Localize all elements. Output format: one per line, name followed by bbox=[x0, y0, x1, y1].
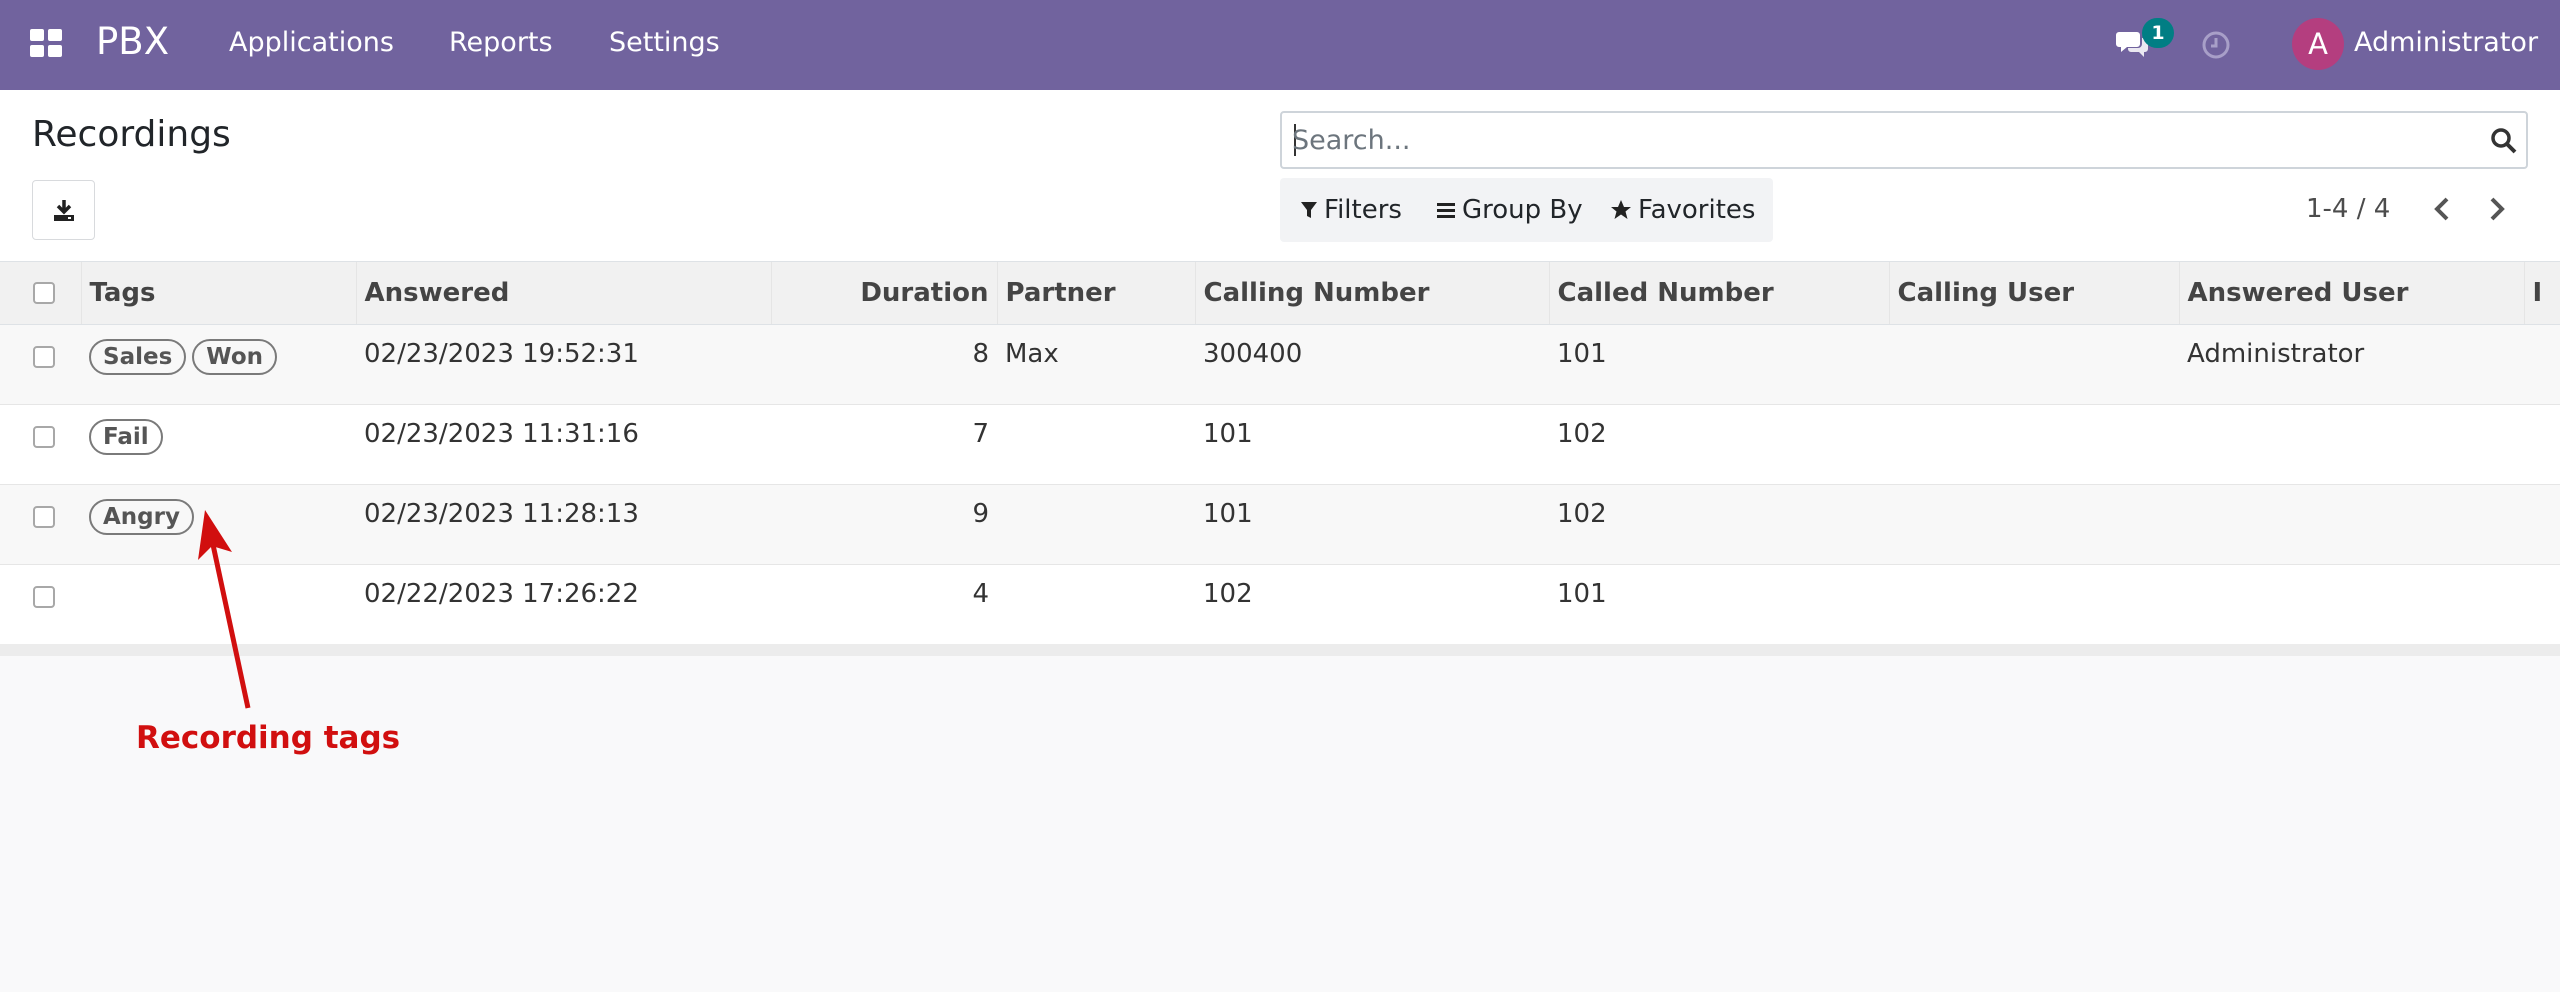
table-row[interactable]: Sales Won 02/23/2023 19:52:31 8 Max 30040… bbox=[0, 324, 2560, 405]
annotation-label: Recording tags bbox=[136, 720, 401, 756]
tag-badge: Angry bbox=[89, 498, 194, 535]
row-checkbox[interactable] bbox=[33, 506, 55, 528]
calling-user-cell bbox=[1889, 404, 2179, 485]
extra-cell bbox=[2524, 404, 2560, 485]
tags-cell: Sales Won bbox=[81, 324, 356, 405]
row-checkbox[interactable] bbox=[33, 586, 55, 608]
page-title: Recordings bbox=[32, 114, 231, 155]
chat-count-badge: 1 bbox=[2142, 18, 2174, 48]
column-header-extra[interactable]: I bbox=[2524, 262, 2560, 325]
pager-previous-icon[interactable] bbox=[2430, 194, 2454, 224]
menu-settings[interactable]: Settings bbox=[609, 27, 720, 58]
duration-cell: 7 bbox=[771, 404, 997, 485]
extra-cell bbox=[2524, 484, 2560, 565]
answered-cell: 02/22/2023 17:26:22 bbox=[356, 564, 771, 645]
calling-number-cell: 300400 bbox=[1195, 324, 1549, 405]
tags-cell: Fail bbox=[81, 404, 356, 485]
called-number-cell: 101 bbox=[1549, 564, 1889, 645]
user-menu-name[interactable]: Administrator bbox=[2354, 27, 2538, 58]
annotation-arrow-icon bbox=[198, 510, 251, 709]
app-brand[interactable]: PBX bbox=[96, 20, 169, 63]
calling-user-cell bbox=[1889, 324, 2179, 405]
row-checkbox[interactable] bbox=[33, 426, 55, 448]
top-navbar: PBX Applications Reports Settings 1 A Ad… bbox=[0, 0, 2560, 90]
answered-user-cell: Administrator bbox=[2179, 324, 2524, 405]
favorites-label: Favorites bbox=[1638, 195, 1756, 225]
calling-number-cell: 102 bbox=[1195, 564, 1549, 645]
menu-reports[interactable]: Reports bbox=[449, 27, 553, 58]
row-select-cell bbox=[0, 404, 81, 485]
tag-badge: Fail bbox=[89, 418, 163, 455]
answered-user-cell bbox=[2179, 404, 2524, 485]
star-icon bbox=[1611, 200, 1631, 219]
column-header-calling-user[interactable]: Calling User bbox=[1889, 262, 2180, 325]
table-footer bbox=[0, 644, 2560, 656]
table-header-row: Tags Answered Duration Partner Calling N… bbox=[0, 262, 2560, 325]
group-by-label: Group By bbox=[1462, 195, 1583, 225]
group-by-icon bbox=[1437, 203, 1455, 218]
user-avatar[interactable]: A bbox=[2292, 18, 2344, 70]
row-select-cell bbox=[0, 324, 81, 405]
control-panel: Recordings Filters Group B bbox=[0, 90, 2560, 262]
column-header-tags[interactable]: Tags bbox=[81, 262, 357, 325]
select-all-cell bbox=[0, 262, 82, 325]
pager-value[interactable]: 1-4 / 4 bbox=[2306, 194, 2390, 224]
table-row[interactable]: Fail 02/23/2023 11:31:16 7 101 102 bbox=[0, 404, 2560, 485]
download-icon bbox=[54, 200, 74, 221]
group-by-button[interactable]: Group By bbox=[1436, 178, 1583, 242]
row-select-cell bbox=[0, 484, 81, 565]
pager-next-icon[interactable] bbox=[2485, 194, 2509, 224]
table-row[interactable]: 02/22/2023 17:26:22 4 102 101 bbox=[0, 564, 2560, 645]
search-box bbox=[1280, 111, 2528, 169]
answered-cell: 02/23/2023 11:28:13 bbox=[356, 484, 771, 565]
filter-icon bbox=[1301, 202, 1317, 218]
extra-cell bbox=[2524, 564, 2560, 645]
filters-label: Filters bbox=[1324, 195, 1402, 225]
partner-cell bbox=[997, 484, 1195, 565]
answered-user-cell bbox=[2179, 564, 2524, 645]
tag-badge: Won bbox=[192, 338, 277, 375]
column-header-calling-number[interactable]: Calling Number bbox=[1195, 262, 1550, 325]
apps-menu-icon[interactable] bbox=[30, 27, 64, 61]
calling-user-cell bbox=[1889, 564, 2179, 645]
row-checkbox[interactable] bbox=[33, 346, 55, 368]
activity-clock-icon[interactable] bbox=[2200, 29, 2232, 61]
select-all-checkbox[interactable] bbox=[33, 282, 55, 305]
recordings-table: Tags Answered Duration Partner Calling N… bbox=[0, 262, 2560, 645]
search-input[interactable] bbox=[1292, 119, 2472, 161]
download-button[interactable] bbox=[32, 180, 95, 240]
duration-cell: 4 bbox=[771, 564, 997, 645]
partner-cell bbox=[997, 404, 1195, 485]
filters-button[interactable]: Filters bbox=[1300, 178, 1402, 242]
calling-user-cell bbox=[1889, 484, 2179, 565]
search-icon[interactable] bbox=[2489, 126, 2519, 156]
column-header-partner[interactable]: Partner bbox=[997, 262, 1196, 325]
duration-cell: 9 bbox=[771, 484, 997, 565]
called-number-cell: 101 bbox=[1549, 324, 1889, 405]
column-header-answered[interactable]: Answered bbox=[356, 262, 772, 325]
answered-cell: 02/23/2023 19:52:31 bbox=[356, 324, 771, 405]
answered-cell: 02/23/2023 11:31:16 bbox=[356, 404, 771, 485]
column-header-duration[interactable]: Duration bbox=[771, 262, 998, 325]
called-number-cell: 102 bbox=[1549, 404, 1889, 485]
column-header-answered-user[interactable]: Answered User bbox=[2179, 262, 2525, 325]
table-row[interactable]: Angry 02/23/2023 11:28:13 9 101 102 bbox=[0, 484, 2560, 565]
called-number-cell: 102 bbox=[1549, 484, 1889, 565]
column-header-called-number[interactable]: Called Number bbox=[1549, 262, 1890, 325]
tag-badge: Sales bbox=[89, 338, 187, 375]
answered-user-cell bbox=[2179, 484, 2524, 565]
duration-cell: 8 bbox=[771, 324, 997, 405]
calling-number-cell: 101 bbox=[1195, 484, 1549, 565]
search-options-bar: Filters Group By Favorites bbox=[1280, 178, 1773, 242]
menu-applications[interactable]: Applications bbox=[229, 27, 394, 58]
extra-cell bbox=[2524, 324, 2560, 405]
partner-cell bbox=[997, 564, 1195, 645]
favorites-button[interactable]: Favorites bbox=[1610, 178, 1755, 242]
calling-number-cell: 101 bbox=[1195, 404, 1549, 485]
row-select-cell bbox=[0, 564, 81, 645]
partner-cell: Max bbox=[997, 324, 1195, 405]
